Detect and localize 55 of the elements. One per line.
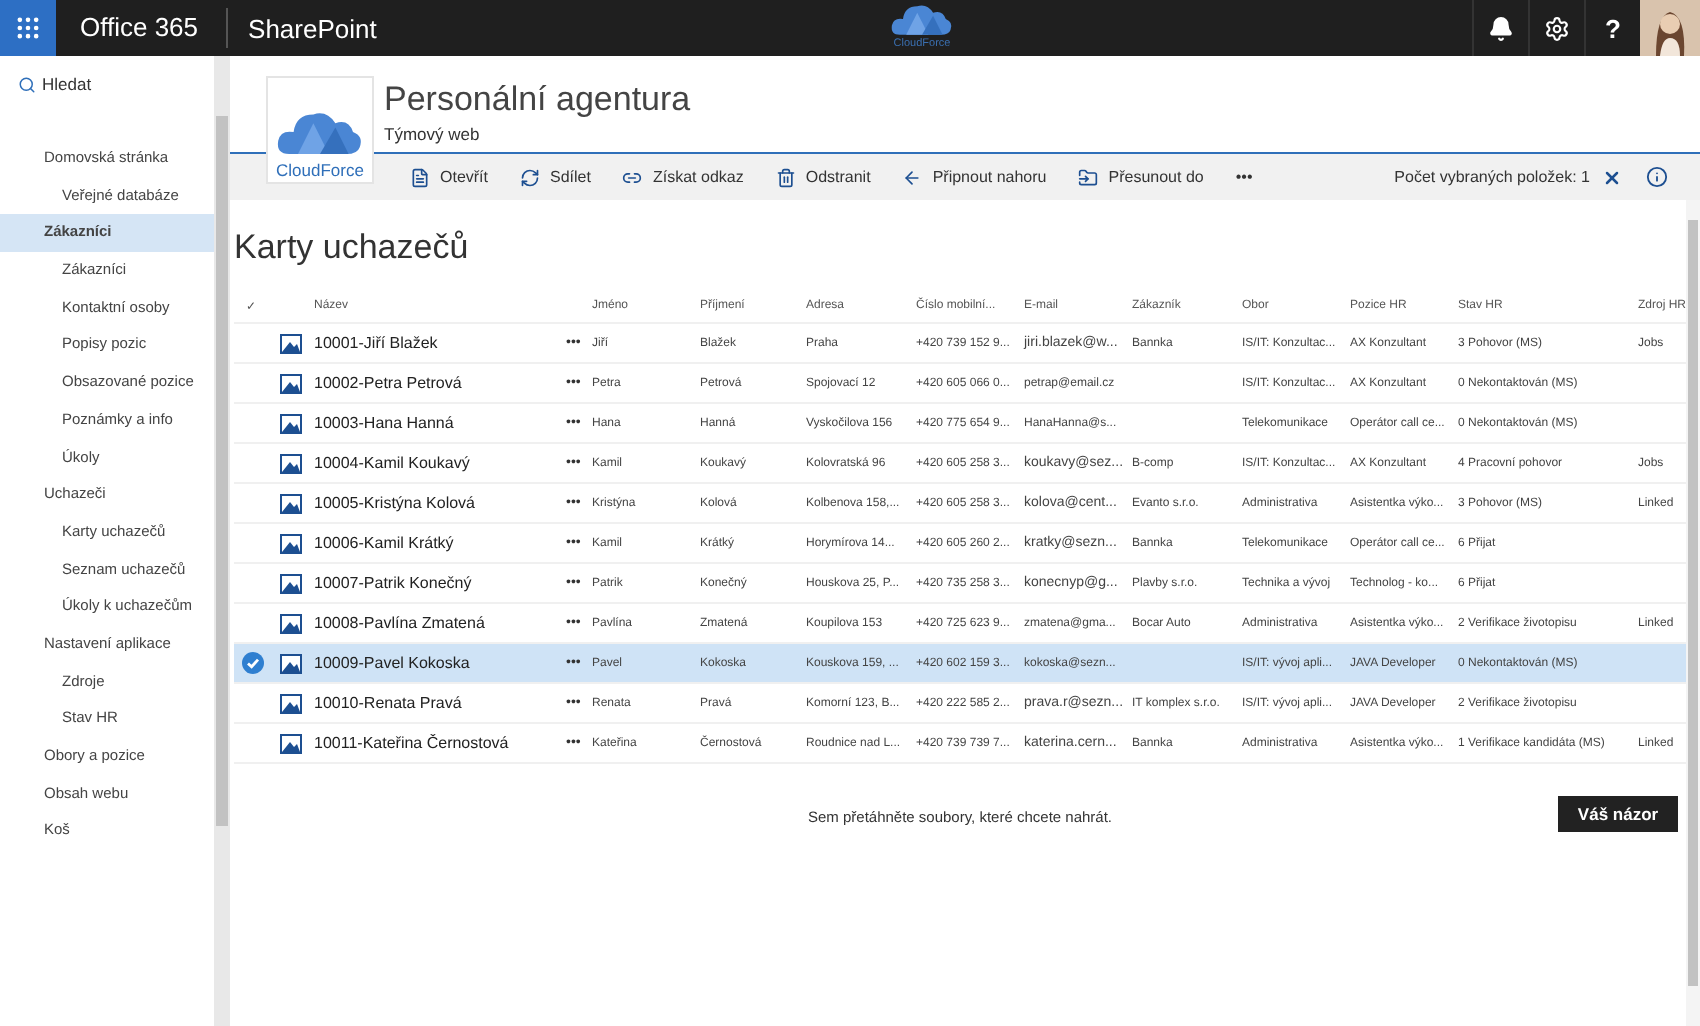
item-name-link[interactable]: 10011-Kateřina Černostová [314, 734, 566, 752]
search-icon [18, 75, 36, 93]
image-file-icon [280, 533, 302, 553]
image-file-icon [280, 693, 302, 713]
scrollbar-thumb[interactable] [216, 116, 228, 826]
item-name-link[interactable]: 10010-Renata Pravá [314, 694, 566, 712]
close-icon [1602, 167, 1622, 187]
app-title: SharePoint [246, 13, 377, 43]
site-subtitle: Týmový web [384, 124, 482, 144]
move-icon [1078, 167, 1099, 187]
command-button[interactable]: Odstranit [759, 154, 887, 200]
share-icon [520, 167, 541, 187]
item-name-link[interactable]: 10004-Kamil Koukavý [314, 454, 566, 472]
avatar[interactable] [1640, 0, 1700, 56]
cloud-logo-icon [890, 0, 954, 38]
delete-icon [775, 167, 796, 187]
item-name-link[interactable]: 10009-Pavel Kokoska [314, 654, 566, 672]
command-button[interactable]: Přesunout do [1062, 154, 1220, 200]
command-button[interactable]: Sdílet [504, 154, 607, 200]
open-icon [410, 167, 430, 187]
search-link[interactable]: Hledat [0, 72, 214, 96]
grid-icon [14, 14, 42, 42]
image-file-icon [280, 613, 302, 633]
image-file-icon [280, 653, 302, 673]
image-file-icon [280, 333, 302, 353]
logo-text: CloudForce [276, 160, 364, 180]
image-file-icon [280, 453, 302, 473]
bell-icon [1488, 15, 1514, 41]
item-name-link[interactable]: 10006-Kamil Krátký [314, 534, 566, 552]
list-title: Karty uchazečů [234, 228, 471, 270]
item-name-link[interactable]: 10008-Pavlína Zmatená [314, 614, 566, 632]
image-file-icon [280, 413, 302, 433]
suite-title: Office 365 [56, 8, 229, 48]
link-icon [622, 167, 643, 187]
image-file-icon [280, 573, 302, 593]
command-button[interactable]: Otevřít [394, 154, 505, 200]
image-file-icon [280, 733, 302, 753]
app-launcher-button[interactable] [0, 0, 56, 56]
command-button[interactable]: Získat odkaz [606, 154, 760, 200]
command-button[interactable]: Připnout nahoru [886, 154, 1063, 200]
item-name-link[interactable]: 10001-Jiří Blažek [314, 334, 566, 352]
item-name-link[interactable]: 10002-Petra Petrová [314, 374, 566, 392]
site-title: Personální agentura [384, 80, 693, 120]
feedback-button[interactable]: Váš názor [1558, 796, 1678, 832]
check-circle-icon [242, 652, 264, 674]
selection-count: Počet vybraných položek: 1 [1394, 168, 1590, 186]
more-button[interactable]: ••• [1219, 154, 1269, 200]
scrollbar-thumb[interactable] [1688, 220, 1698, 986]
item-name-link[interactable]: 10005-Kristýna Kolová [314, 494, 566, 512]
settings-icon [1544, 15, 1570, 41]
image-file-icon [280, 373, 302, 393]
image-file-icon [280, 493, 302, 513]
item-name-link[interactable]: 10003-Hana Hanná [314, 414, 566, 432]
item-name-link[interactable]: 10007-Patrik Konečný [314, 574, 566, 592]
info-icon [1646, 166, 1668, 188]
